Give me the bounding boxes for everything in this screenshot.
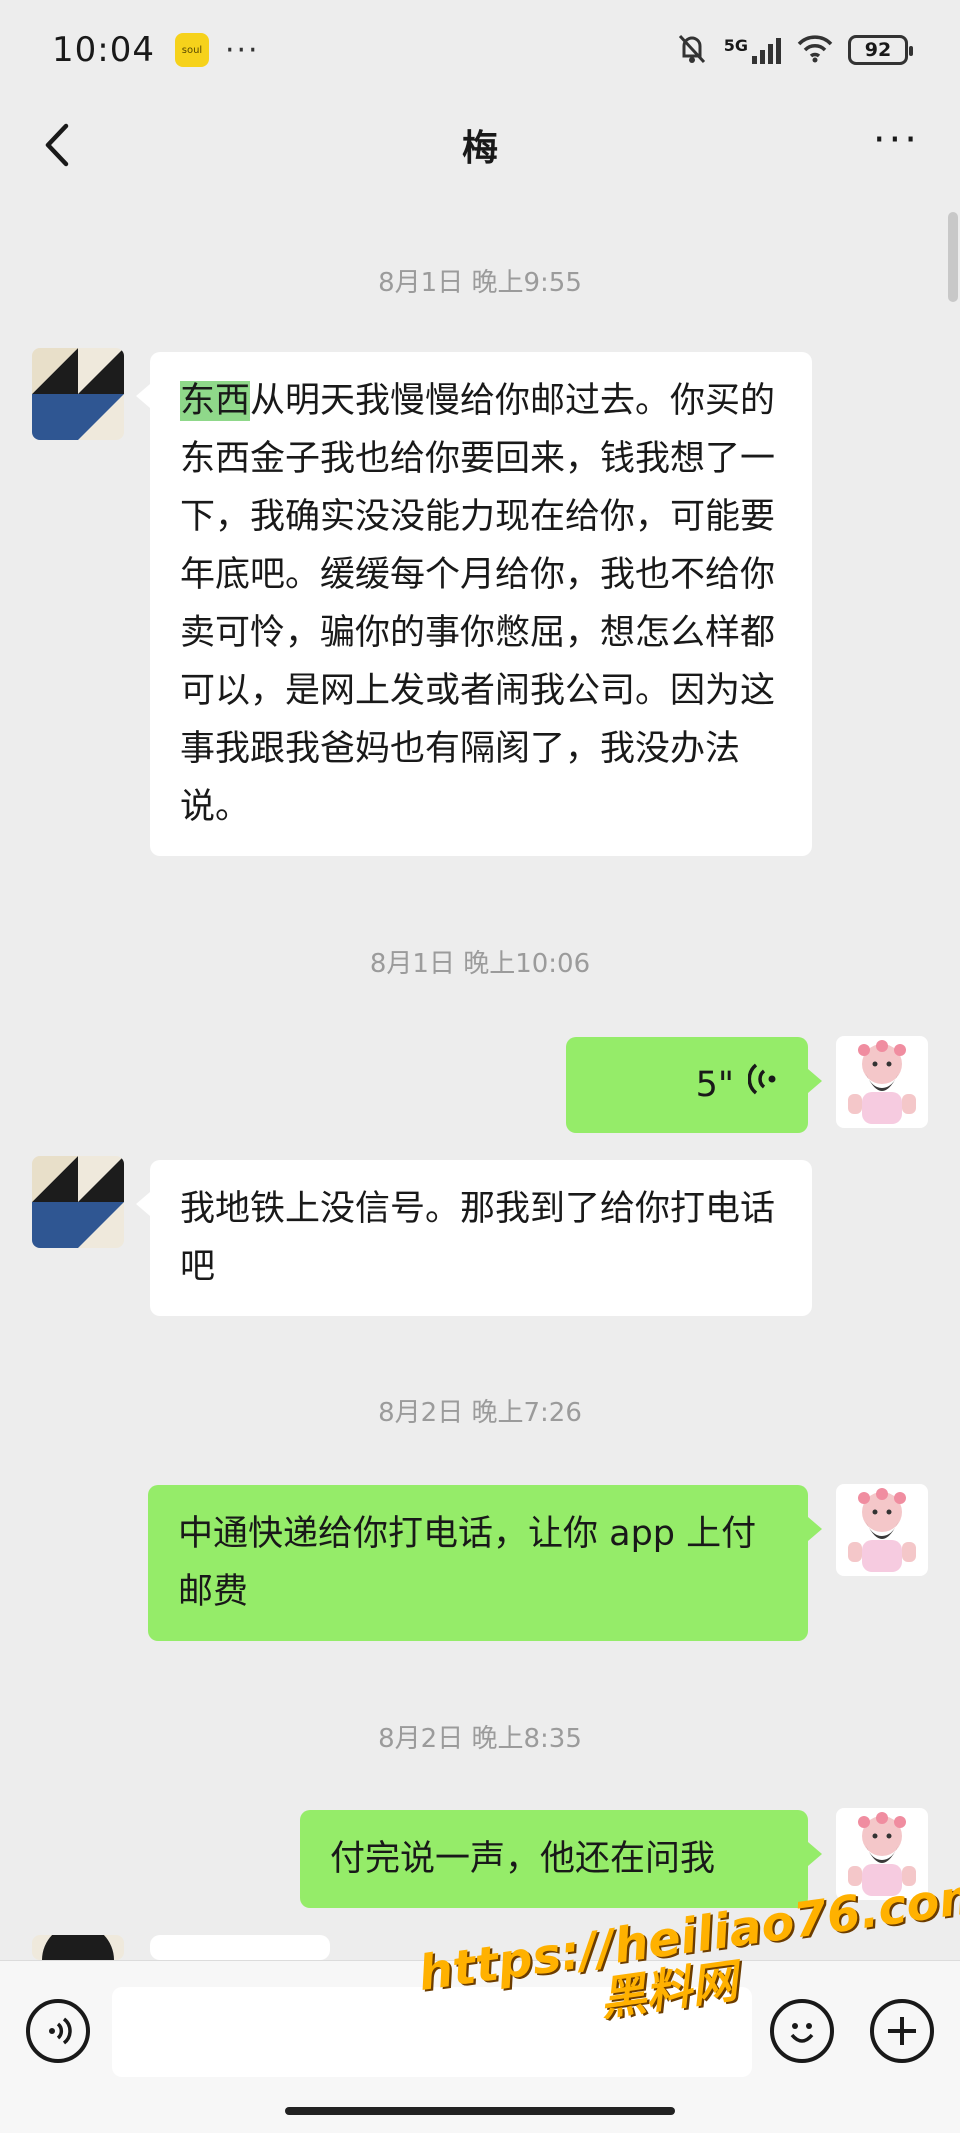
message-text: 中通快递给你打电话，让你 app 上付邮费 <box>178 1514 757 1612</box>
battery-indicator: 92 <box>848 35 913 65</box>
voice-wave-icon <box>747 1056 778 1114</box>
message-timestamp: 8月1日 晚上10:06 <box>369 949 591 979</box>
emoji-icon[interactable] <box>770 1999 834 2063</box>
voice-message-bubble[interactable]: 5" <box>566 1037 822 1133</box>
more-options-icon[interactable]: ··· <box>873 120 920 160</box>
message-bubble-incoming[interactable]: 东西从明天我慢慢给你邮过去。你买的东西金子我也给你要回来，钱我想了一下，我确实没… <box>136 352 812 856</box>
message-bubble-incoming[interactable]: 我地铁上没信号。那我到了给你打电话吧 <box>136 1160 812 1316</box>
voice-duration: 5" <box>695 1065 734 1105</box>
chat-title: 梅 <box>461 128 498 169</box>
message-bubble-incoming[interactable] <box>136 1935 330 1991</box>
more-notifications-icon: ··· <box>224 32 260 68</box>
contact-avatar[interactable] <box>32 348 124 440</box>
message-timestamp: 8月1日 晚上9:55 <box>378 268 582 298</box>
mute-bell-icon <box>674 30 710 70</box>
signal-icon: 5G <box>724 36 782 64</box>
chat-header: 梅 ··· <box>0 100 960 190</box>
wifi-icon <box>796 33 834 67</box>
message-text: 从明天我慢慢给你邮过去。你买的东西金子我也给你要回来，钱我想了一下，我确实没没能… <box>180 381 776 827</box>
message-timestamp: 8月2日 晚上8:35 <box>378 1724 582 1754</box>
message-timestamp: 8月2日 晚上7:26 <box>378 1398 582 1428</box>
network-type-label: 5G <box>723 36 748 55</box>
voice-input-icon[interactable] <box>26 1999 90 2063</box>
home-indicator <box>285 2107 675 2115</box>
message-text: 付完说一声，他还在问我 <box>330 1839 716 1879</box>
plus-icon[interactable] <box>870 1999 934 2063</box>
highlighted-text: 东西 <box>180 381 251 421</box>
message-bubble-outgoing[interactable]: 中通快递给你打电话，让你 app 上付邮费 <box>148 1485 822 1641</box>
message-text: 我地铁上没信号。那我到了给你打电话吧 <box>180 1189 776 1287</box>
message-bubble-outgoing[interactable]: 付完说一声，他还在问我 <box>300 1810 822 1908</box>
contact-avatar[interactable] <box>32 1935 124 1960</box>
status-icons: 5G 92 <box>674 30 913 70</box>
app-notification-icon: soul <box>174 33 209 67</box>
status-bar: 10:04 soul ··· 5G 92 <box>0 0 960 100</box>
contact-avatar[interactable] <box>32 1156 124 1248</box>
back-arrow-icon[interactable] <box>34 120 84 170</box>
my-avatar[interactable] <box>836 1484 928 1576</box>
my-avatar[interactable] <box>836 1036 928 1128</box>
status-time: 10:04 <box>52 30 155 70</box>
